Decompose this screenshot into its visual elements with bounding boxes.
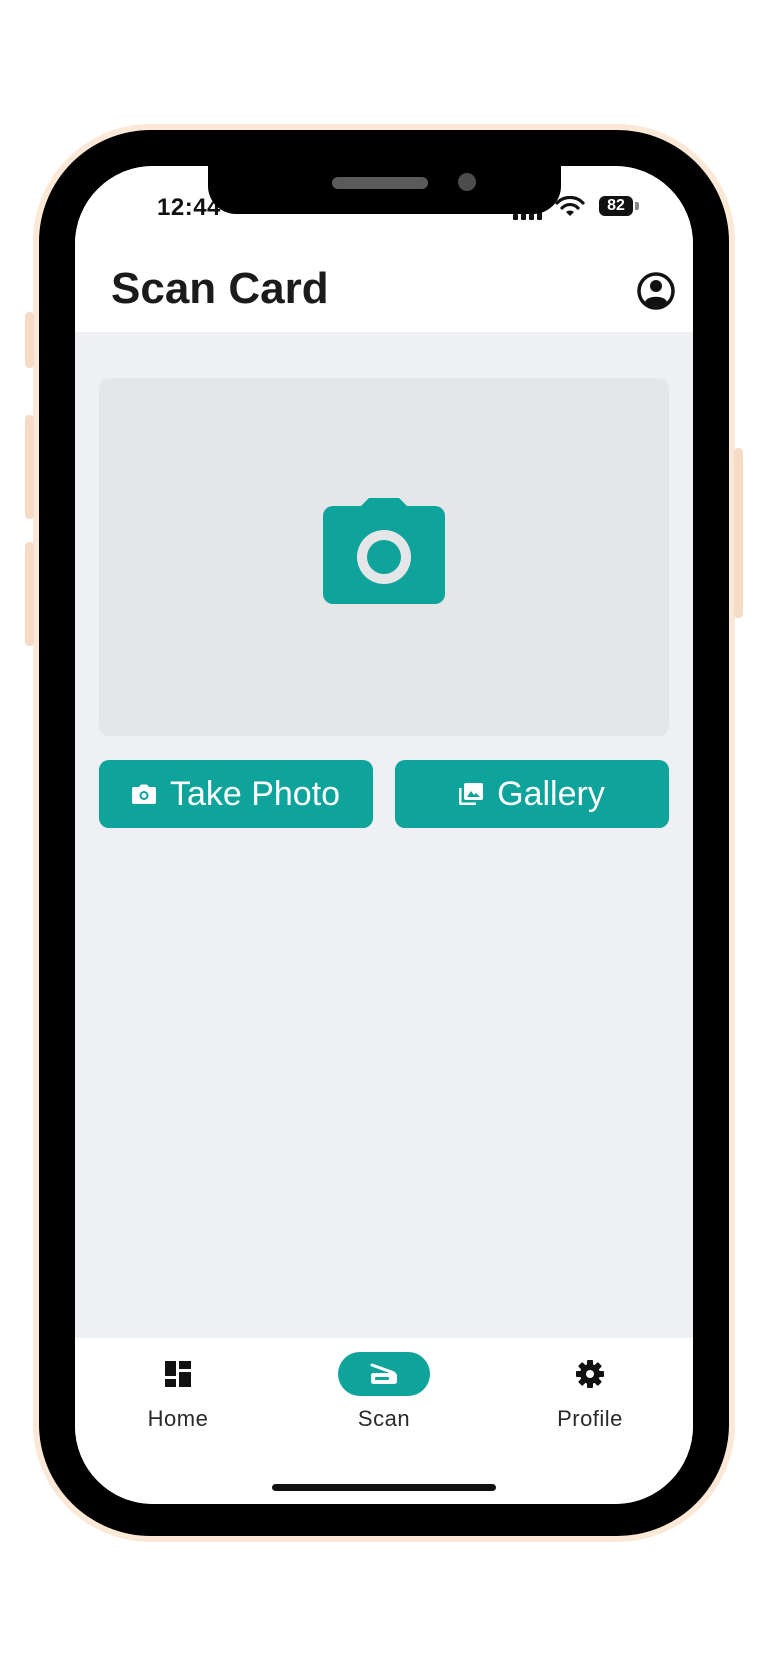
take-photo-label: Take Photo <box>169 774 341 813</box>
nav-icon-container <box>544 1352 636 1396</box>
nav-icon-container <box>132 1352 224 1396</box>
camera-icon <box>131 784 156 804</box>
silent-switch <box>25 312 34 368</box>
nav-item-profile[interactable]: Profile <box>520 1352 660 1442</box>
battery-cap <box>635 202 639 210</box>
nav-item-home[interactable]: Home <box>108 1352 248 1442</box>
account-circle-icon[interactable] <box>637 272 675 310</box>
nav-label-profile: Profile <box>557 1406 623 1431</box>
camera-preview[interactable] <box>99 378 669 736</box>
volume-down-button <box>25 542 34 646</box>
volume-up-button <box>25 415 34 519</box>
wifi-icon <box>555 196 585 216</box>
camera-icon <box>323 498 445 604</box>
nav-item-scan[interactable]: Scan <box>314 1352 454 1442</box>
page-title: Scan Card <box>111 264 329 313</box>
nav-label-scan: Scan <box>357 1406 411 1431</box>
phone-notch <box>208 160 561 214</box>
gallery-button[interactable]: Gallery <box>395 760 669 828</box>
scanner-icon <box>370 1363 397 1384</box>
dashboard-icon <box>165 1361 191 1387</box>
home-indicator[interactable] <box>272 1484 496 1491</box>
gallery-icon <box>459 783 484 805</box>
take-photo-button[interactable]: Take Photo <box>99 760 373 828</box>
power-button <box>734 448 743 618</box>
nav-icon-container-active <box>338 1352 430 1396</box>
notch-speaker <box>332 177 428 189</box>
gear-icon <box>576 1360 604 1388</box>
nav-label-home: Home <box>147 1406 209 1431</box>
battery-indicator: 82 <box>599 196 633 216</box>
bottom-navigation: Home Scan Profile <box>75 1338 693 1504</box>
stage: 12:44 82 Scan Card Take Photo Gallery Ho… <box>0 0 768 1669</box>
gallery-label: Gallery <box>497 774 605 813</box>
app-screen: 12:44 82 Scan Card Take Photo Gallery Ho… <box>75 166 693 1504</box>
front-camera <box>458 173 476 191</box>
